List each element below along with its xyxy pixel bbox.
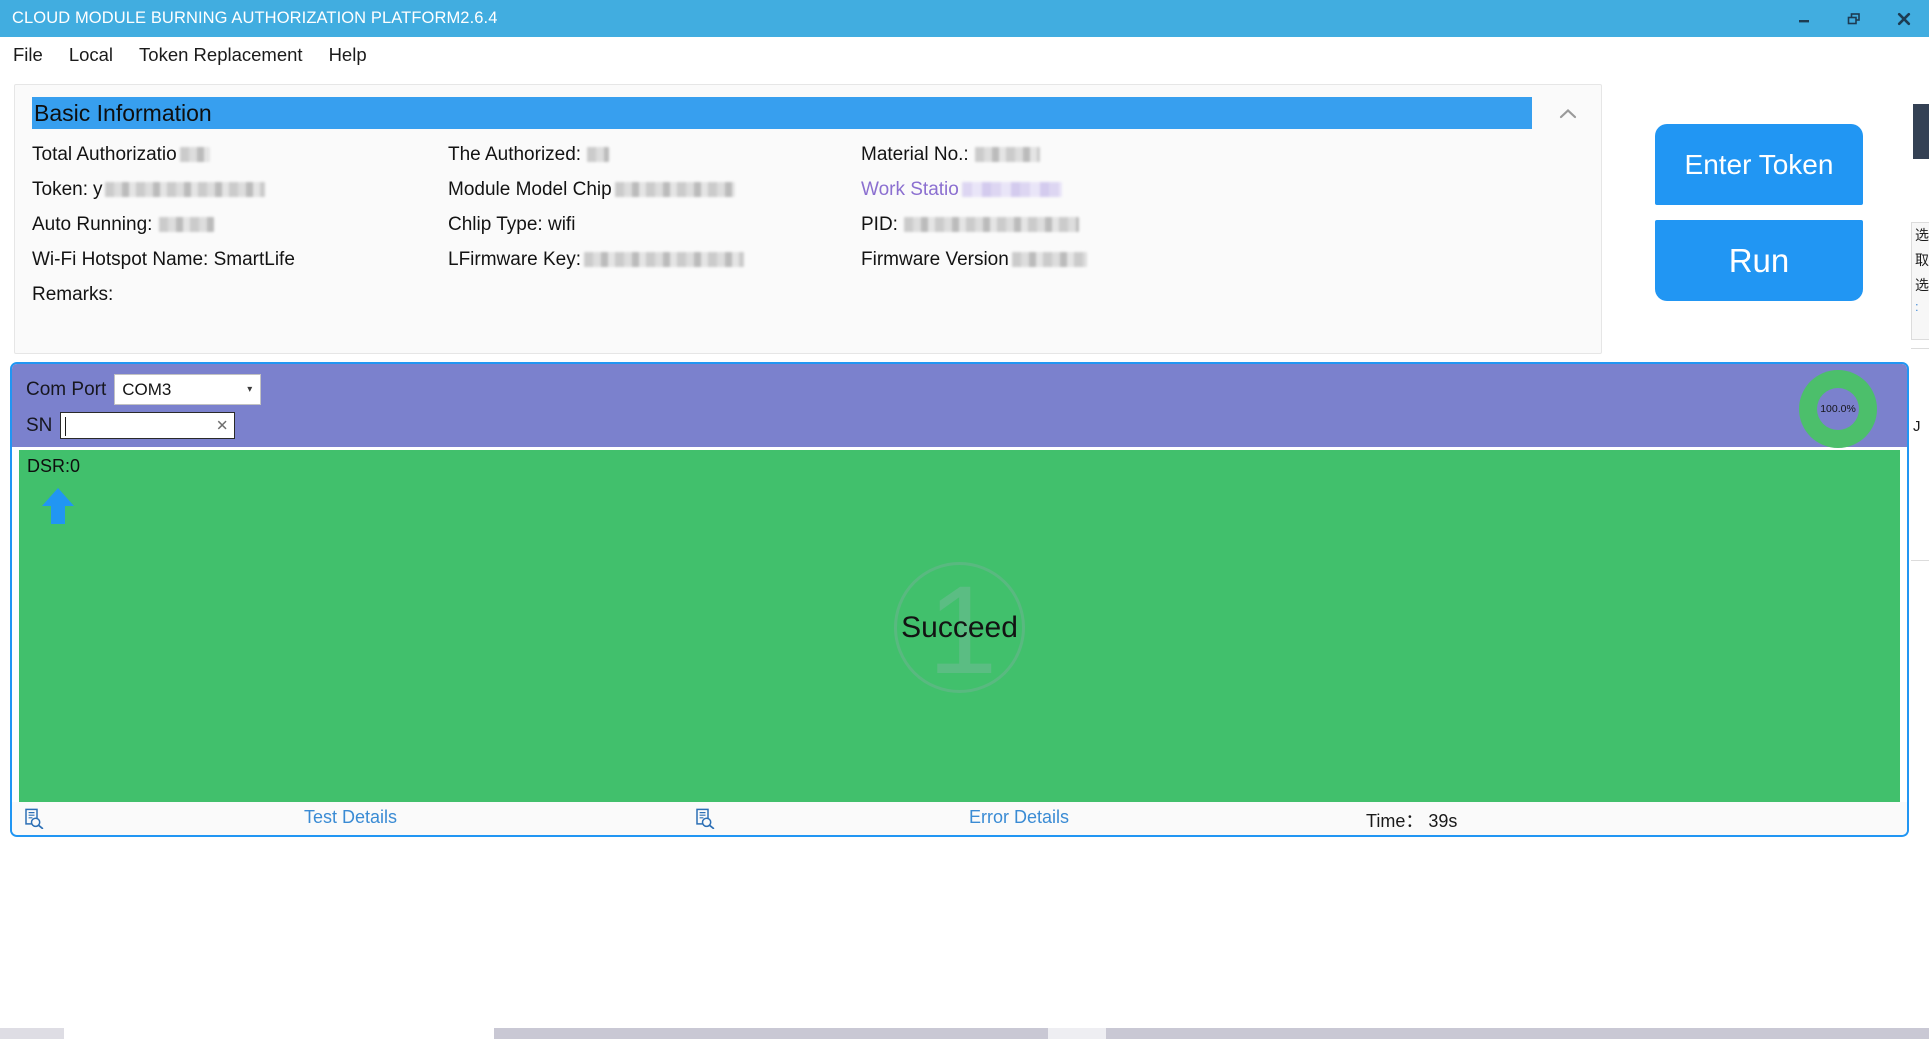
info-row-wifi-hotspot-name: Wi-Fi Hotspot Name: SmartLife xyxy=(32,242,452,277)
info-label: Total Authorizatio xyxy=(32,143,177,165)
menu-item-local[interactable]: Local xyxy=(56,37,126,73)
edge-dark-strip xyxy=(1913,104,1929,159)
run-button[interactable]: Run xyxy=(1655,220,1863,301)
info-row-chip-type: Chlip Type: wifi xyxy=(448,207,868,242)
redacted-value xyxy=(614,182,735,197)
info-label: The Authorized: xyxy=(448,143,582,165)
enter-token-button[interactable]: Enter Token xyxy=(1655,124,1863,205)
info-column-1: Total Authorizatio Token: y Auto Running… xyxy=(32,137,452,312)
info-label: Chlip Type: wifi xyxy=(448,213,576,235)
elapsed-time: Time： 39s xyxy=(1366,811,1458,831)
info-row-remarks: Remarks: xyxy=(32,277,452,312)
info-label: Token: xyxy=(32,178,88,200)
info-label: Module Model Chip xyxy=(448,178,612,200)
edge-panel-text: J xyxy=(1913,418,1921,435)
edge-panel-item[interactable]: 取 xyxy=(1912,248,1929,273)
basic-information-title: Basic Information xyxy=(34,99,212,126)
document-search-icon[interactable] xyxy=(24,808,44,830)
sn-label: SN xyxy=(26,414,53,436)
info-label: PID: xyxy=(861,213,898,235)
redacted-value xyxy=(179,147,210,162)
operation-status-bar: Test Details Error Details Time： 39s xyxy=(12,802,1907,835)
info-column-3: Material No.: Work Statio PID: Firmware … xyxy=(861,137,1361,277)
background-window-b xyxy=(1048,1028,1106,1039)
info-row-token: Token: y xyxy=(32,172,452,207)
menu-item-token-replacement[interactable]: Token Replacement xyxy=(126,37,316,73)
info-label: Remarks: xyxy=(32,283,114,305)
info-label: Auto Running: xyxy=(32,213,153,235)
basic-information-card: Basic Information Total Authorizatio Tok… xyxy=(14,84,1602,354)
result-label: Succeed xyxy=(901,610,1018,644)
info-value-prefix: y xyxy=(92,178,103,200)
test-details-link[interactable]: Test Details xyxy=(304,807,397,828)
basic-information-header: Basic Information xyxy=(32,97,1532,129)
info-label: Material No.: xyxy=(861,143,969,165)
redacted-value xyxy=(105,182,266,197)
progress-percent: 100.0% xyxy=(1820,403,1856,415)
redacted-value xyxy=(961,182,1062,197)
document-search-icon[interactable] xyxy=(695,808,715,830)
error-details-link[interactable]: Error Details xyxy=(969,807,1069,828)
succeed-indicator: 1 Succeed xyxy=(19,450,1900,805)
sn-input[interactable]: ✕ xyxy=(60,412,236,439)
com-port-label: Com Port xyxy=(26,378,107,400)
result-badge-circle: 1 Succeed xyxy=(894,562,1025,693)
redacted-value xyxy=(974,147,1040,162)
text-caret xyxy=(65,417,67,436)
redacted-value xyxy=(903,217,1079,232)
info-label: Work Statio xyxy=(861,178,959,200)
info-row-firmware-version: Firmware Version xyxy=(861,242,1361,277)
operation-controls-bar: Com Port COM3 ▾ SN ✕ 100.0% xyxy=(12,364,1907,448)
operation-panel: Com Port COM3 ▾ SN ✕ 100.0% DSR:0 1 Succ… xyxy=(10,362,1909,837)
clear-x-icon[interactable]: ✕ xyxy=(216,418,229,433)
info-row-module-model-chip: Module Model Chip xyxy=(448,172,868,207)
menu-item-file[interactable]: File xyxy=(0,37,56,73)
edge-panel-dots: : xyxy=(1915,299,1919,314)
info-row-work-station[interactable]: Work Statio xyxy=(861,172,1361,207)
background-window-a xyxy=(64,1028,494,1039)
com-port-value: COM3 xyxy=(122,379,172,399)
close-icon[interactable] xyxy=(1879,0,1929,37)
info-label: LFirmware Key: xyxy=(448,248,582,270)
info-row-pid: PID: xyxy=(861,207,1361,242)
redacted-value xyxy=(584,252,745,267)
chevron-up-icon[interactable] xyxy=(1557,103,1579,125)
restore-icon[interactable] xyxy=(1829,0,1879,37)
info-row-firmware-key: LFirmware Key: xyxy=(448,242,868,277)
window-title: CLOUD MODULE BURNING AUTHORIZATION PLATF… xyxy=(12,9,498,27)
application-window: CLOUD MODULE BURNING AUTHORIZATION PLATF… xyxy=(0,0,1929,1039)
info-row-material-no: Material No.: xyxy=(861,137,1361,172)
minimize-icon[interactable] xyxy=(1779,0,1829,37)
sn-row: SN ✕ xyxy=(26,412,236,439)
info-label: Firmware Version xyxy=(861,248,1009,270)
result-area: DSR:0 1 Succeed xyxy=(19,450,1900,805)
edge-panel-item[interactable]: 选 xyxy=(1912,223,1929,248)
progress-donut-hole: 100.0% xyxy=(1817,388,1859,430)
info-column-2: The Authorized: Module Model Chip Chlip … xyxy=(448,137,868,277)
redacted-value xyxy=(159,217,215,232)
edge-panel-item[interactable]: 选 xyxy=(1912,273,1929,298)
edge-divider xyxy=(1911,348,1929,349)
redacted-value xyxy=(587,147,610,162)
menu-bar: File Local Token Replacement Help xyxy=(0,37,1929,73)
com-port-row: Com Port COM3 ▾ xyxy=(26,374,262,405)
title-bar: CLOUD MODULE BURNING AUTHORIZATION PLATF… xyxy=(0,0,1929,37)
edge-divider-lower xyxy=(1911,560,1929,561)
info-row-total-authorization: Total Authorizatio xyxy=(32,137,452,172)
info-row-auto-running: Auto Running: xyxy=(32,207,452,242)
com-port-select[interactable]: COM3 ▾ xyxy=(114,374,262,405)
progress-donut: 100.0% xyxy=(1799,370,1877,448)
info-label: Wi-Fi Hotspot Name: SmartLife xyxy=(32,248,295,270)
menu-item-help[interactable]: Help xyxy=(316,37,380,73)
redacted-value xyxy=(1011,252,1087,267)
desktop-strip-left xyxy=(0,1028,64,1039)
edge-side-panel[interactable]: 选 取 选 : xyxy=(1911,222,1929,340)
chevron-down-icon: ▾ xyxy=(247,383,253,395)
info-row-the-authorized: The Authorized: xyxy=(448,137,868,172)
window-controls xyxy=(1779,0,1929,37)
